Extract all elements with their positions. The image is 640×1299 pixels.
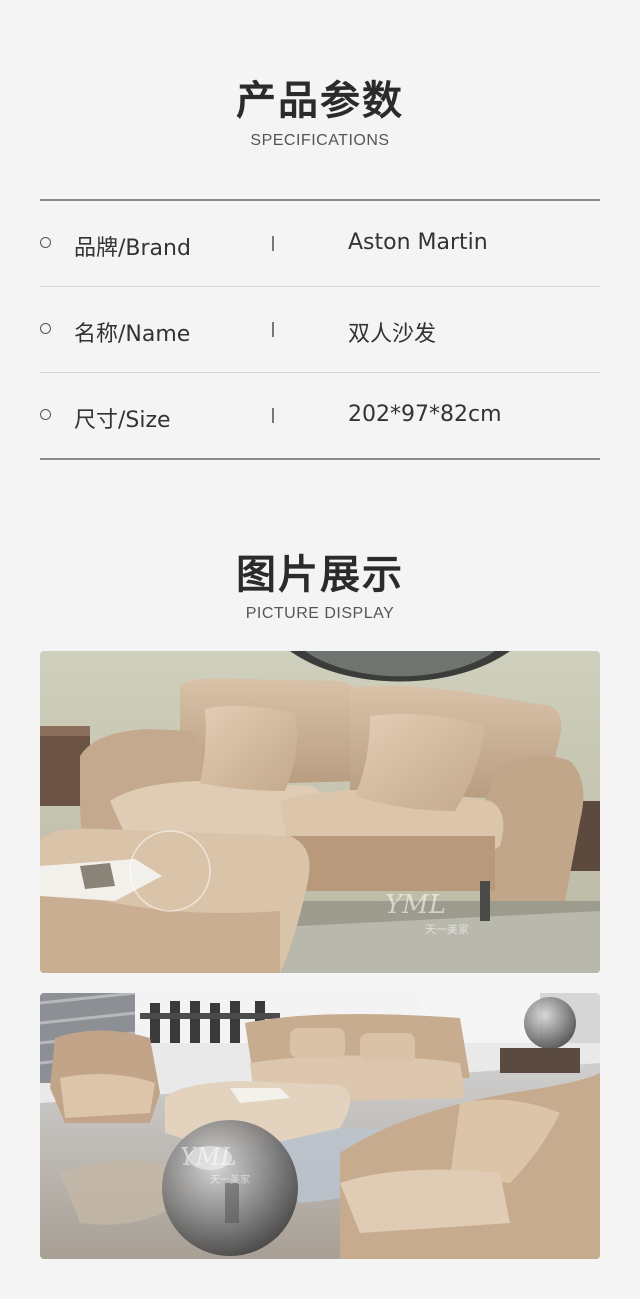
spec-row-name: 名称/Name 双人沙发 [40, 287, 600, 373]
spec-row-size: 尺寸/Size 202*97*82cm [40, 373, 600, 458]
spec-value: Aston Martin [348, 230, 488, 255]
watermark-text: YML [385, 890, 446, 920]
gallery-subtitle: PICTURE DISPLAY [245, 605, 395, 622]
sofa-set-showroom-photo: YML 天一美家 [40, 993, 600, 1259]
watermark-text: YML [180, 1143, 236, 1171]
watermark-subtext: 天一美家 [210, 1173, 250, 1186]
separator-divider [272, 408, 274, 423]
spec-table: 品牌/Brand Aston Martin 名称/Name 双人沙发 尺寸/Si… [40, 199, 600, 460]
spec-value: 双人沙发 [348, 322, 437, 347]
separator-divider [272, 322, 274, 337]
specs-subtitle: SPECIFICATIONS [250, 132, 390, 149]
bullet-circle-icon [40, 323, 51, 334]
spec-label: 尺寸/Size [74, 408, 171, 433]
spec-label: 品牌/Brand [74, 236, 191, 261]
bullet-circle-icon [40, 409, 51, 420]
specs-title: 产品参数 [236, 78, 404, 124]
sofa-closeup-photo: YML 天一美家 [40, 651, 600, 973]
gallery-title: 图片展示 [236, 552, 404, 598]
separator-divider [272, 236, 274, 251]
spec-value: 202*97*82cm [348, 402, 502, 427]
watermark-subtext: 天一美家 [425, 922, 469, 936]
spec-label: 名称/Name [74, 322, 191, 347]
spec-row-brand: 品牌/Brand Aston Martin [40, 201, 600, 287]
bullet-circle-icon [40, 237, 51, 248]
